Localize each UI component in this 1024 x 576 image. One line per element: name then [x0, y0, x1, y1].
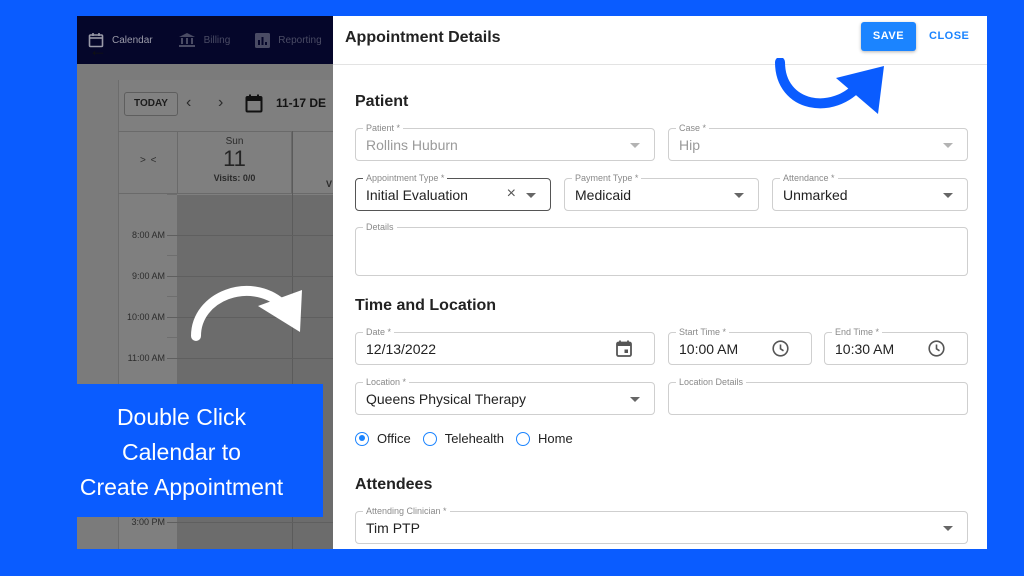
field-label: Location *: [363, 377, 410, 387]
end-time-input[interactable]: End Time * 10:30 AM: [824, 327, 968, 365]
next-week-button[interactable]: ›: [218, 94, 223, 112]
section-title-time-location: Time and Location: [355, 297, 497, 314]
top-navigation: Calendar Billing Reporting: [77, 16, 333, 64]
curved-arrow-white-icon: [191, 285, 302, 341]
field-label: Start Time *: [676, 327, 730, 337]
visits-count: Visits: 0/0: [213, 173, 256, 183]
field-value: Medicaid: [575, 187, 632, 203]
radio-label[interactable]: Home: [538, 431, 573, 446]
today-button[interactable]: TODAY: [124, 92, 178, 116]
dropdown-arrow-icon: [630, 143, 640, 148]
field-label: Location Details: [676, 377, 747, 387]
details-textarea[interactable]: Details: [355, 222, 968, 276]
case-select[interactable]: Case * Hip: [668, 123, 968, 161]
hour-line: [167, 358, 333, 359]
location-details-input[interactable]: Location Details: [668, 377, 968, 415]
clock-icon[interactable]: [928, 340, 945, 357]
bank-icon: [178, 33, 195, 47]
field-value: Queens Physical Therapy: [366, 391, 527, 407]
curved-arrow-blue-icon: [775, 58, 884, 114]
attendance-select[interactable]: Attendance * Unmarked: [772, 173, 968, 211]
section-title-patient: Patient: [355, 93, 409, 110]
field-value: 10:00 AM: [679, 341, 739, 357]
radio-telehealth[interactable]: [422, 431, 437, 446]
hour-line: [167, 522, 333, 523]
payment-type-select[interactable]: Payment Type * Medicaid: [564, 173, 759, 211]
field-value: Rollins Huburn: [366, 137, 458, 153]
field-value: Tim PTP: [366, 520, 420, 536]
field-label: Attendance *: [780, 173, 838, 183]
collapse-columns-button[interactable]: > <: [140, 155, 157, 166]
location-select[interactable]: Location * Queens Physical Therapy: [355, 377, 655, 415]
field-value: Hip: [679, 137, 701, 153]
field-value: 12/13/2022: [366, 341, 437, 357]
field-label: End Time *: [832, 327, 883, 337]
callout-line: Double Click: [116, 404, 247, 430]
field-label: Patient *: [363, 123, 404, 133]
hour-line: [167, 235, 333, 236]
field-label: Details: [363, 222, 397, 232]
field-label: Case *: [676, 123, 710, 133]
radio-label[interactable]: Telehealth: [445, 431, 504, 446]
day-column-header[interactable]: Sun 11 Visits: 0/0: [177, 131, 292, 194]
visit-mode-radio-group: Office Telehealth Home: [355, 431, 585, 446]
dropdown-arrow-icon: [943, 193, 953, 198]
field-value: Unmarked: [783, 187, 848, 203]
date-input[interactable]: Date * 12/13/2022: [355, 327, 655, 365]
clock-icon[interactable]: [772, 340, 789, 357]
dropdown-arrow-icon: [943, 526, 953, 531]
start-time-input[interactable]: Start Time * 10:00 AM: [668, 327, 812, 365]
nav-label: Billing: [203, 34, 231, 46]
bar-chart-icon: [255, 32, 271, 48]
radio-home[interactable]: [516, 431, 530, 446]
half-hour-line: [167, 194, 177, 195]
dropdown-arrow-icon: [630, 397, 640, 402]
callout-line: Create Appointment: [79, 474, 284, 500]
date-range-label: 11-17 DE: [276, 96, 327, 110]
calendar-icon[interactable]: [616, 340, 632, 357]
nav-item-reporting[interactable]: Reporting: [244, 16, 322, 64]
radio-office[interactable]: [355, 431, 369, 446]
time-label: 8:00 AM: [131, 230, 165, 240]
day-number: 11: [223, 146, 246, 171]
patient-select[interactable]: Patient * Rollins Huburn: [355, 123, 655, 161]
half-hour-line: [167, 255, 177, 256]
half-hour-line: [167, 337, 177, 338]
dropdown-arrow-icon: [734, 193, 744, 198]
field-label: Appointment Type *: [363, 173, 448, 183]
prev-week-button[interactable]: ‹: [186, 94, 191, 112]
time-label: 3:00 PM: [131, 517, 165, 527]
save-button[interactable]: SAVE: [861, 22, 916, 51]
dropdown-arrow-icon[interactable]: [526, 193, 536, 198]
radio-label[interactable]: Office: [377, 431, 411, 446]
instruction-callout: Double Click Calendar to Create Appointm…: [40, 384, 323, 517]
close-button[interactable]: CLOSE: [929, 22, 969, 51]
dialog-title: Appointment Details: [345, 29, 501, 46]
callout-line: Calendar to: [122, 439, 241, 465]
clear-icon[interactable]: ×: [507, 185, 516, 203]
calendar-picker-icon[interactable]: [245, 94, 263, 113]
appointment-type-select[interactable]: Appointment Type * Initial Evaluation ×: [355, 173, 551, 211]
half-hour-line: [167, 296, 177, 297]
time-label: 10:00 AM: [126, 312, 165, 322]
field-label: Payment Type *: [572, 173, 642, 183]
section-title-attendees: Attendees: [355, 476, 433, 493]
time-label: 9:00 AM: [131, 271, 165, 281]
nav-label: Reporting: [278, 34, 322, 46]
attending-clinician-select[interactable]: Attending Clinician * Tim PTP: [355, 506, 968, 544]
nav-label: Calendar: [112, 34, 153, 46]
field-label: Attending Clinician *: [363, 506, 450, 516]
nav-item-billing[interactable]: Billing: [167, 16, 231, 64]
time-label: 11:00 AM: [127, 353, 165, 363]
field-value: 10:30 AM: [835, 341, 895, 357]
back-arrow-icon[interactable]: ←: [89, 41, 107, 60]
dropdown-arrow-icon: [943, 143, 953, 148]
visits-count-next: V: [326, 179, 333, 189]
field-label: Date *: [363, 327, 395, 337]
field-value: Initial Evaluation: [366, 187, 468, 203]
